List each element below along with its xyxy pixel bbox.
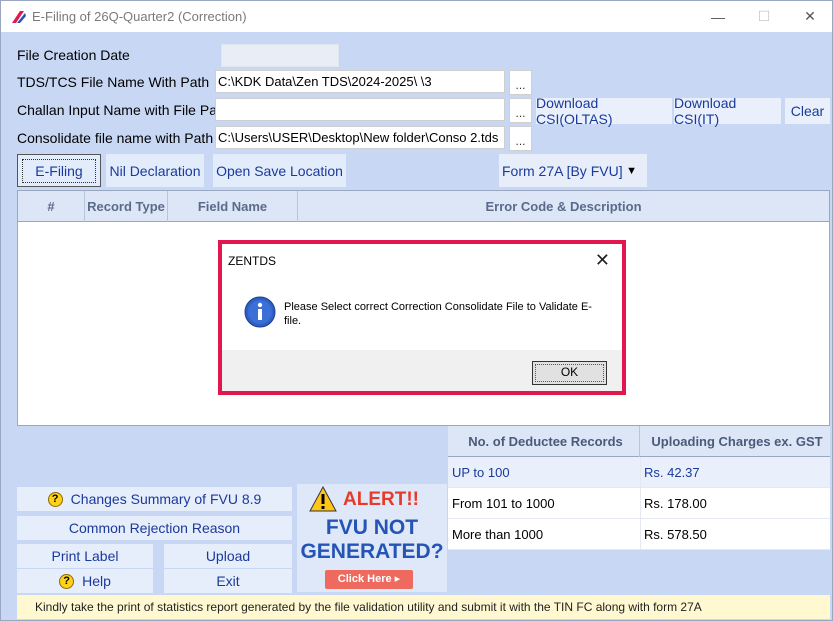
consolidate-field[interactable]: C:\Users\USER\Desktop\New folder\Conso 2…: [215, 126, 505, 149]
upload-button[interactable]: Upload: [164, 544, 292, 568]
efiling-button[interactable]: E-Filing: [17, 154, 101, 187]
pricing-charge: Rs. 42.37: [644, 465, 700, 480]
common-rejection-button[interactable]: Common Rejection Reason: [17, 516, 292, 540]
main-window: E-Filing of 26Q-Quarter2 (Correction) — …: [0, 0, 833, 621]
pricing-col-charges: Uploading Charges ex. GST: [651, 434, 823, 449]
pricing-divider: [640, 457, 641, 550]
pricing-range: From 101 to 1000: [452, 496, 555, 511]
grid-header: # Record Type Field Name Error Code & De…: [18, 191, 829, 222]
open-save-location-button[interactable]: Open Save Location: [213, 154, 346, 187]
help-label: Help: [82, 573, 111, 589]
pricing-row: UP to 100 Rs. 42.37: [448, 457, 830, 488]
challan-label: Challan Input Name with File Path: [17, 102, 229, 118]
efiling-label: E-Filing: [22, 158, 96, 183]
window-title: E-Filing of 26Q-Quarter2 (Correction): [32, 9, 247, 24]
click-here-button[interactable]: Click Here ▸: [325, 570, 413, 589]
form-type-select[interactable]: Form 27A [By FVU] ▼: [499, 154, 647, 187]
fvu-alert-banner[interactable]: ALERT!! FVU NOT GENERATED? Click Here ▸: [297, 484, 447, 592]
browse-consolidate-button[interactable]: ...: [509, 126, 532, 151]
col-record-type[interactable]: Record Type: [85, 191, 168, 222]
download-oltas-button[interactable]: Download CSI(OLTAS): [536, 95, 672, 127]
form-type-value: Form 27A [By FVU]: [502, 162, 623, 179]
pricing-row: More than 1000 Rs. 578.50: [448, 519, 830, 550]
col-number[interactable]: #: [18, 191, 85, 222]
pricing-row: From 101 to 1000 Rs. 178.00: [448, 488, 830, 519]
changes-summary-button[interactable]: ? Changes Summary of FVU 8.9: [17, 487, 292, 511]
tds-file-field[interactable]: C:\KDK Data\Zen TDS\2024-2025\ \3: [215, 70, 505, 93]
download-it-button[interactable]: Download CSI(IT): [674, 95, 781, 127]
ok-focus-ring: [535, 364, 604, 382]
clear-button[interactable]: Clear: [785, 98, 830, 124]
minimize-button[interactable]: —: [695, 1, 741, 32]
alert-line1: FVU NOT: [325, 516, 419, 539]
title-bar: E-Filing of 26Q-Quarter2 (Correction) — …: [1, 1, 832, 32]
close-button[interactable]: ✕: [787, 1, 833, 32]
file-creation-date-label: File Creation Date: [17, 47, 130, 63]
message-dialog: ZENTDS ✕ Please Select correct Correctio…: [218, 240, 626, 395]
browse-challan-button[interactable]: ...: [509, 98, 532, 123]
footer-note: Kindly take the print of statistics repo…: [17, 595, 830, 619]
pricing-charge: Rs. 178.00: [644, 496, 707, 511]
warning-icon: [309, 486, 337, 512]
nil-declaration-button[interactable]: Nil Declaration: [106, 154, 204, 187]
question-icon: ?: [47, 491, 63, 507]
dialog-body: ZENTDS ✕ Please Select correct Correctio…: [222, 244, 622, 350]
file-creation-date-field[interactable]: [221, 44, 339, 67]
help-button[interactable]: ? Help: [17, 569, 153, 593]
changes-summary-label: Changes Summary of FVU 8.9: [70, 491, 262, 507]
col-field-name[interactable]: Field Name: [168, 191, 298, 222]
ok-button[interactable]: OK: [532, 361, 607, 385]
col-error-code[interactable]: Error Code & Description: [298, 191, 829, 222]
print-label-button[interactable]: Print Label: [17, 544, 153, 568]
dialog-message: Please Select correct Correction Consoli…: [284, 301, 592, 327]
question-icon: ?: [59, 573, 75, 589]
tds-file-label: TDS/TCS File Name With Path: [17, 74, 210, 90]
info-icon: [244, 296, 276, 328]
app-logo-icon: [12, 11, 26, 23]
challan-field[interactable]: [215, 98, 505, 121]
browse-tds-button[interactable]: ...: [509, 70, 532, 95]
dialog-title: ZENTDS: [228, 254, 276, 268]
alert-line2: GENERATED?: [300, 540, 444, 563]
pricing-charge: Rs. 578.50: [644, 527, 707, 542]
alert-title: ALERT!!: [343, 489, 419, 510]
consolidate-label: Consolidate file name with Path: [17, 130, 214, 146]
dialog-close-button[interactable]: ✕: [595, 250, 610, 271]
pricing-range: UP to 100: [452, 465, 510, 480]
maximize-button[interactable]: ☐: [741, 1, 787, 32]
pricing-header: No. of Deductee Records Uploading Charge…: [448, 426, 830, 457]
pricing-range: More than 1000: [452, 527, 544, 542]
chevron-down-icon: ▼: [626, 164, 637, 177]
pricing-col-records: No. of Deductee Records: [448, 426, 640, 457]
exit-button[interactable]: Exit: [164, 569, 292, 593]
